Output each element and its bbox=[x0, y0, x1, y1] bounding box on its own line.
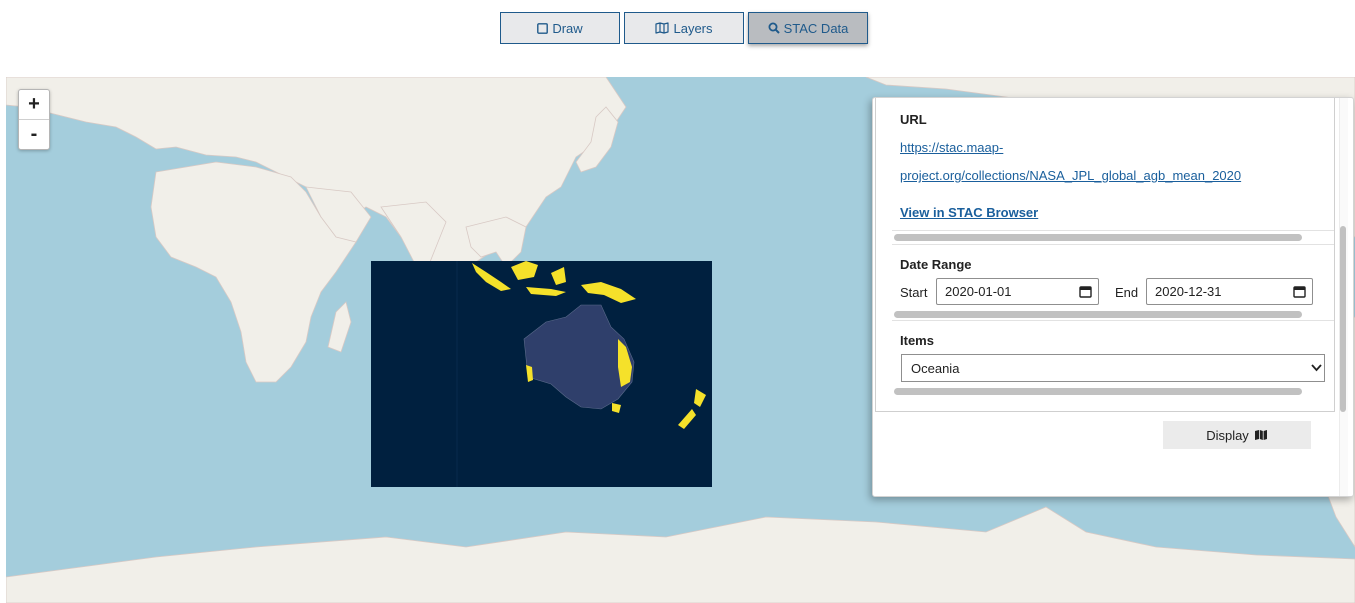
draw-button-label: Draw bbox=[552, 20, 583, 36]
divider bbox=[892, 230, 1334, 231]
map-icon bbox=[1254, 430, 1267, 440]
antarctica-landmass bbox=[6, 506, 1355, 603]
horizontal-scrollbar[interactable] bbox=[894, 234, 1302, 241]
end-date-value: 2020-12-31 bbox=[1155, 284, 1222, 299]
zoom-in-button[interactable]: + bbox=[19, 90, 49, 120]
start-date-input[interactable]: 2020-01-01 bbox=[936, 278, 1099, 305]
divider bbox=[892, 320, 1334, 321]
items-heading: Items bbox=[900, 333, 934, 348]
start-label: Start bbox=[900, 285, 928, 300]
divider bbox=[892, 244, 1334, 245]
search-icon bbox=[768, 22, 780, 34]
layers-button-label: Layers bbox=[673, 20, 713, 36]
end-label: End bbox=[1115, 285, 1139, 300]
url-heading: URL bbox=[900, 112, 927, 127]
horizontal-scrollbar[interactable] bbox=[894, 311, 1302, 318]
items-select[interactable]: Oceania bbox=[901, 354, 1325, 382]
map-icon bbox=[655, 22, 670, 34]
square-icon bbox=[537, 22, 549, 34]
draw-button[interactable]: Draw bbox=[500, 12, 620, 44]
collection-details: URL https://stac.maap- project.org/colle… bbox=[875, 98, 1335, 412]
calendar-icon[interactable] bbox=[1079, 285, 1092, 298]
zoom-control: + - bbox=[18, 89, 50, 150]
stac-panel: URL https://stac.maap- project.org/colle… bbox=[872, 97, 1354, 497]
display-button[interactable]: Display bbox=[1163, 421, 1311, 449]
url-link-line1[interactable]: https://stac.maap- bbox=[900, 140, 1003, 155]
display-button-label: Display bbox=[1206, 427, 1249, 443]
madagascar-landmass bbox=[327, 301, 352, 353]
view-in-stac-browser-link[interactable]: View in STAC Browser bbox=[900, 205, 1038, 220]
layers-button[interactable]: Layers bbox=[624, 12, 744, 44]
vertical-scrollbar-thumb[interactable] bbox=[1340, 226, 1346, 412]
chevron-down-icon bbox=[1311, 364, 1322, 372]
items-selected-value: Oceania bbox=[911, 360, 960, 376]
horizontal-scrollbar[interactable] bbox=[894, 388, 1302, 395]
stac-data-button-label: STAC Data bbox=[783, 20, 849, 36]
end-date-input[interactable]: 2020-12-31 bbox=[1146, 278, 1313, 305]
start-date-value: 2020-01-01 bbox=[945, 284, 1012, 299]
url-link-line2[interactable]: project.org/collections/NASA_JPL_global_… bbox=[900, 168, 1241, 183]
date-range-heading: Date Range bbox=[900, 257, 972, 272]
zoom-out-button[interactable]: - bbox=[19, 120, 49, 149]
stac-data-button[interactable]: STAC Data bbox=[748, 12, 868, 44]
calendar-icon[interactable] bbox=[1293, 285, 1306, 298]
